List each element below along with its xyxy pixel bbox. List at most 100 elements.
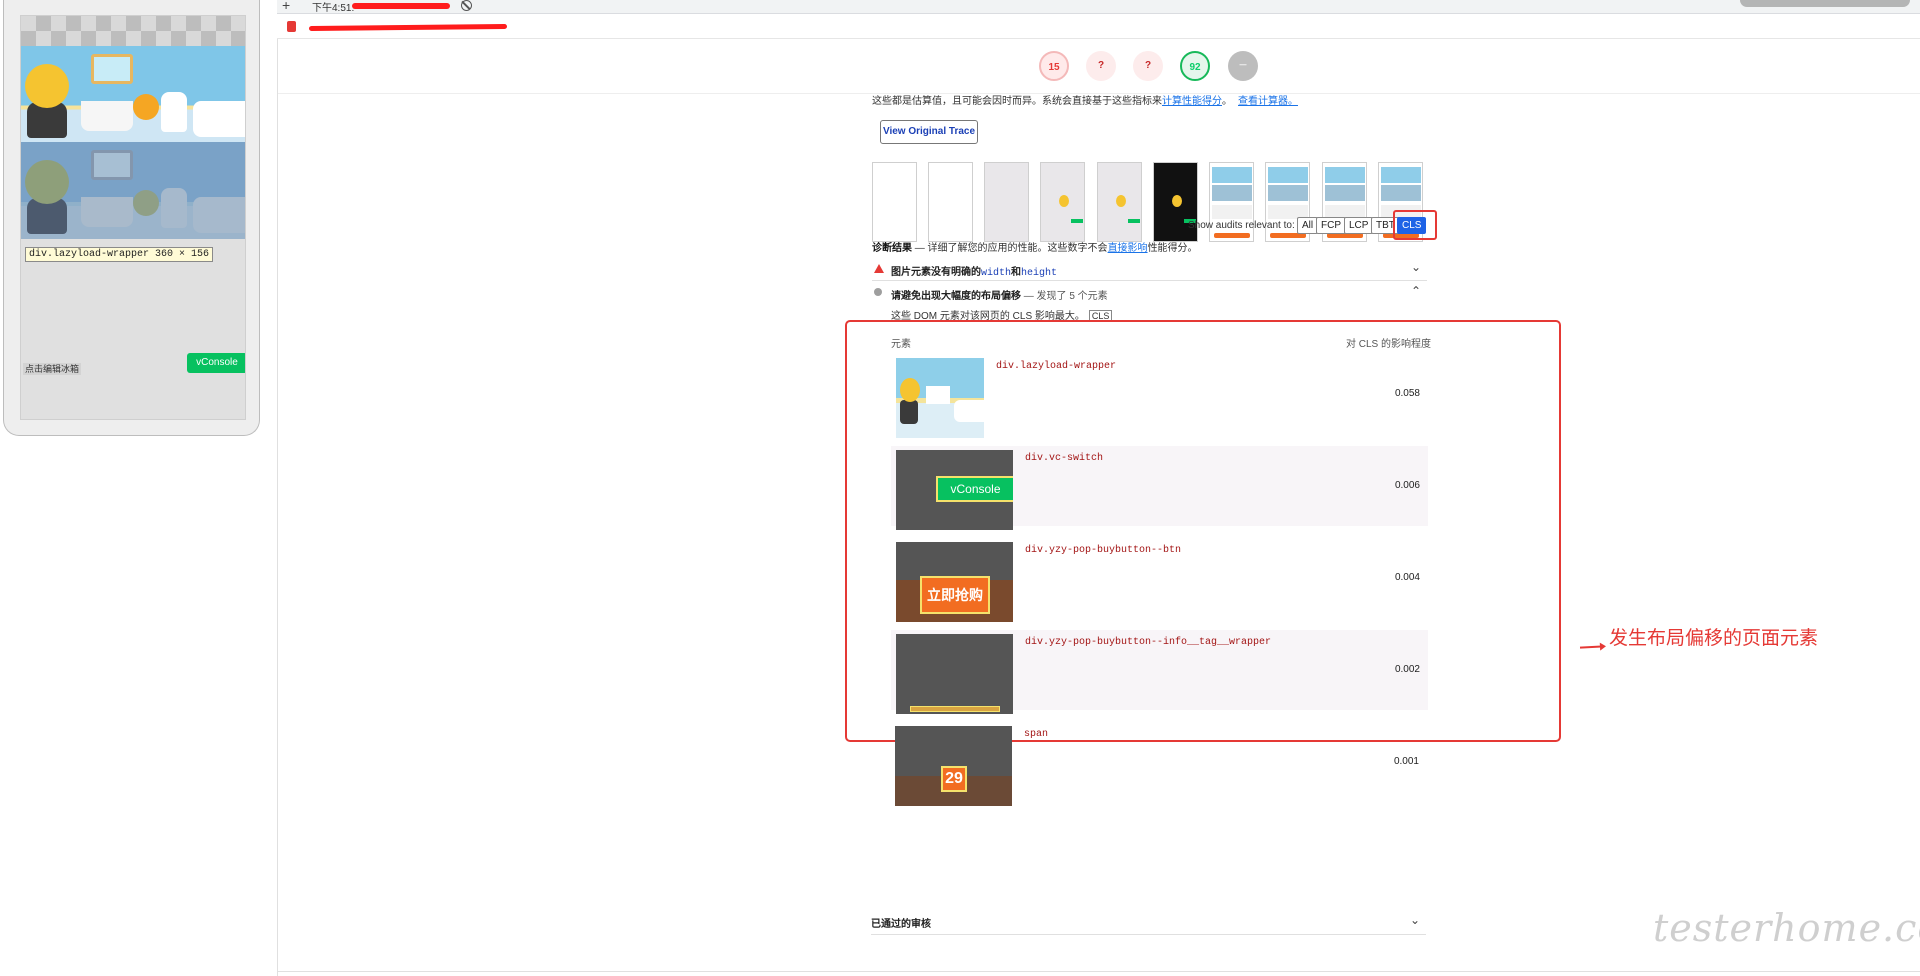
filmstrip-frame	[928, 162, 973, 242]
frame-duck	[1172, 195, 1182, 207]
warning-triangle-icon	[874, 264, 884, 273]
pineapple-character-image	[133, 94, 159, 120]
redaction-scribble	[352, 3, 450, 9]
chevron-down-icon[interactable]: ⌄	[1410, 913, 1420, 927]
element-thumbnail	[896, 634, 1013, 714]
filmstrip-frame	[872, 162, 917, 242]
filmstrip-frame	[984, 162, 1029, 242]
tab-title[interactable]: 下午4:51:	[312, 0, 354, 14]
cls-score: 0.058	[1394, 388, 1420, 399]
sink-image	[81, 101, 133, 131]
direct-impact-link[interactable]: 直接影响	[1108, 243, 1148, 254]
frame-button	[1128, 219, 1140, 223]
element-selector: div.yzy-pop-buybutton--btn	[1025, 545, 1182, 556]
estimate-text: 这些都是估算值，且可能会因时而异。系统会直接基于这些指标来	[872, 96, 1162, 107]
edit-hint-label: 点击编辑冰箱	[23, 363, 82, 375]
element-selector: div.vc-switch	[1025, 453, 1104, 464]
view-calculator-link[interactable]: 查看计算器。	[1238, 96, 1298, 107]
column-header-impact: 对 CLS 的影响程度	[1346, 339, 1432, 350]
gauge-best-practices[interactable]: ?	[1133, 51, 1163, 81]
bathroom-scene-highlighted	[21, 142, 245, 239]
frame-row	[1325, 185, 1365, 201]
watermark: testerhome.com	[1653, 906, 1920, 950]
audit-text: 图片元素没有明确的	[891, 267, 981, 278]
passed-audits-row[interactable]: 已通过的审核 ⌄	[871, 907, 1426, 935]
gauge-accessibility[interactable]: ?	[1086, 51, 1116, 81]
frame-row	[1325, 167, 1365, 183]
redaction-scribble	[308, 23, 508, 32]
address-bar[interactable]	[277, 15, 1920, 39]
cls-element-row[interactable]: 29 span 0.001	[890, 722, 1427, 806]
frame-duck	[1059, 195, 1069, 207]
cls-score: 0.002	[1394, 664, 1420, 675]
vconsole-button[interactable]: vConsole	[187, 353, 245, 373]
diagnostics-header: 诊断结果 — 详细了解您的应用的性能。这些数字不会直接影响性能得分。	[872, 239, 1198, 254]
transparent-checker	[21, 16, 245, 46]
thumb-bathtub	[954, 400, 984, 422]
mirror-image	[91, 150, 133, 180]
view-original-trace-button[interactable]: View Original Trace	[880, 120, 978, 144]
calc-score-link[interactable]: 计算性能得分	[1162, 96, 1222, 107]
cls-score: 0.006	[1394, 480, 1420, 491]
chevron-down-icon[interactable]: ⌄	[1411, 260, 1421, 274]
audit-text: 请避免出现大幅度的布局偏移	[891, 291, 1021, 302]
tab-strip: + 下午4:51:	[277, 0, 1920, 14]
frame-row	[1268, 185, 1308, 201]
filter-all-button[interactable]: All	[1297, 217, 1319, 234]
gauge-performance[interactable]: 15	[1039, 51, 1069, 81]
chevron-up-icon[interactable]: ⌃	[1411, 284, 1421, 298]
frame-row	[1212, 167, 1252, 183]
thumb-sink	[926, 386, 950, 404]
element-thumbnail: 立即抢购	[896, 542, 1013, 622]
filter-label: Show audits relevant to:	[1188, 220, 1295, 231]
element-thumbnail: vConsole	[896, 450, 1013, 530]
cls-score: 0.001	[1393, 756, 1419, 767]
element-inspect-tooltip: div.lazyload-wrapper 360 × 156	[25, 247, 214, 262]
thumb-tag-strip	[910, 706, 1000, 712]
audit-title: 请避免出现大幅度的布局偏移 — 发现了 5 个元素	[891, 287, 1108, 302]
frame-row	[1268, 167, 1308, 183]
filter-fcp-button[interactable]: FCP	[1316, 217, 1346, 234]
device-screen: div.lazyload-wrapper 360 × 156 点击编辑冰箱 vCo…	[20, 15, 246, 420]
block-icon[interactable]	[461, 0, 472, 11]
toilet-image	[161, 188, 187, 228]
audit-unsized-images[interactable]: 图片元素没有明确的width和height ⌄	[872, 257, 1427, 281]
thumb-duck	[900, 378, 920, 402]
frame-row	[1212, 205, 1252, 219]
frame-buy-button	[1214, 233, 1250, 238]
annotation-label: 发生布局偏移的页面元素	[1609, 628, 1819, 649]
gauge-seo[interactable]: 92	[1180, 51, 1210, 81]
frame-row	[1381, 167, 1421, 183]
scroll-indicator	[1740, 0, 1910, 7]
cls-filter-highlight	[1393, 210, 1437, 240]
estimate-sep: 。	[1222, 96, 1232, 107]
lock-icon[interactable]	[287, 21, 296, 32]
cls-element-row[interactable]: vConsole div.vc-switch 0.006	[891, 446, 1428, 530]
lighthouse-report: 15 ? ? 92 — 这些都是估算值，且可能会因时而异。系统会直接基于这些指标…	[277, 39, 1920, 976]
info-dot-icon	[874, 288, 882, 296]
filmstrip-frame	[1040, 162, 1085, 242]
estimate-note: 这些都是估算值，且可能会因时而异。系统会直接基于这些指标来计算性能得分。 查看计算…	[872, 92, 1298, 107]
filter-lcp-button[interactable]: LCP	[1344, 217, 1374, 234]
thumb-vconsole-button: vConsole	[936, 476, 1013, 502]
cls-element-row[interactable]: div.yzy-pop-buybutton--info__tag__wrappe…	[891, 630, 1428, 714]
bathroom-scene-top	[21, 46, 245, 142]
device-preview: div.lazyload-wrapper 360 × 156 点击编辑冰箱 vCo…	[3, 0, 260, 436]
cls-score: 0.004	[1394, 572, 1420, 583]
gauge-pwa[interactable]: —	[1228, 51, 1258, 81]
frame-duck	[1116, 195, 1126, 207]
diagnostics-tail: 性能得分。	[1147, 243, 1198, 254]
thumb-duck-body	[900, 400, 918, 424]
audit-code: width	[981, 268, 1012, 279]
cls-element-row[interactable]: 立即抢购 div.yzy-pop-buybutton--btn 0.004	[891, 538, 1428, 622]
sink-image	[81, 197, 133, 227]
audit-layout-shift[interactable]: 请避免出现大幅度的布局偏移 — 发现了 5 个元素 ⌃	[872, 281, 1427, 305]
frame-button	[1071, 219, 1083, 223]
diagnostics-desc: — 详细了解您的应用的性能。这些数字不会	[914, 243, 1108, 254]
frame-row	[1381, 185, 1421, 201]
new-tab-button[interactable]: +	[282, 0, 290, 13]
audit-code: height	[1021, 268, 1058, 279]
mirror-image	[91, 54, 133, 84]
toilet-image	[161, 92, 187, 132]
cls-element-row[interactable]: div.lazyload-wrapper 0.058	[891, 354, 1428, 438]
